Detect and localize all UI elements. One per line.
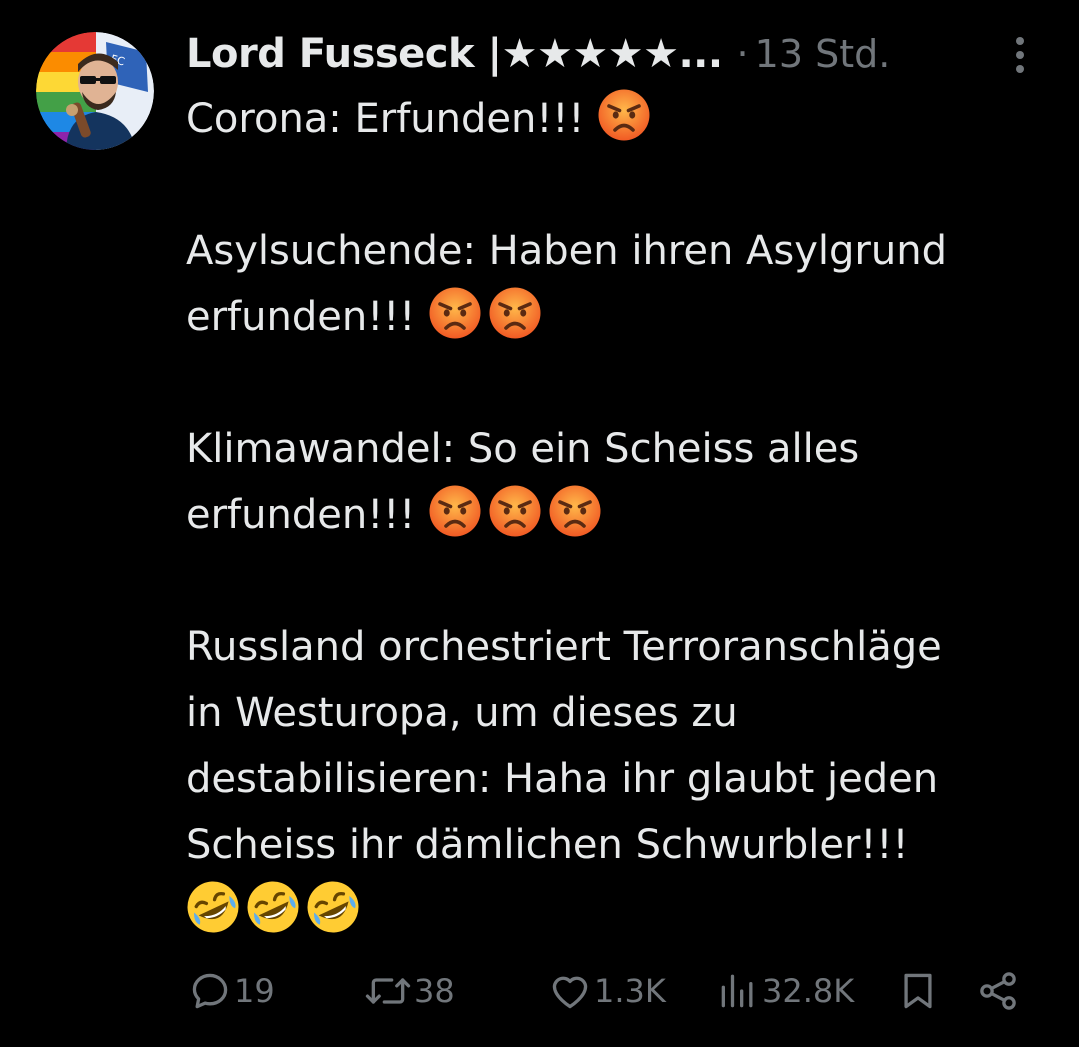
views-button[interactable]: 32.8K xyxy=(716,966,854,1016)
angry-face-emoji-icon xyxy=(488,484,542,538)
tweet-text: Corona: Erfunden!!! Asylsuchende: Haben … xyxy=(186,86,1066,944)
tweet-line xyxy=(186,878,1066,944)
tweet-paragraph: Russland orchestriert Terroranschläge in … xyxy=(186,614,1066,944)
tweet-header: Lord Fusseck |★★★★★... · 13 Std. xyxy=(186,26,890,82)
rolling-laughing-emoji-icon xyxy=(306,880,360,934)
tweet-line-text: erfunden!!! xyxy=(186,492,429,538)
tweet-line: Klimawandel: So ein Scheiss alles xyxy=(186,416,1066,482)
tweet-line: Scheiss ihr dämlichen Schwurbler!!! xyxy=(186,812,1066,878)
tweet-paragraph: Asylsuchende: Haben ihren Asylgrund erfun… xyxy=(186,218,1066,350)
repost-button[interactable]: 38 xyxy=(364,966,455,1016)
repost-count: 38 xyxy=(414,972,455,1010)
reply-count: 19 xyxy=(234,972,275,1010)
angry-face-emoji-icon xyxy=(597,88,651,142)
angry-face-emoji-icon xyxy=(488,286,542,340)
tweet: FC Lord Fusseck |★★★★★... · 13 Std. Coro… xyxy=(0,0,1079,1047)
share-icon xyxy=(980,972,1016,1010)
like-count: 1.3K xyxy=(594,972,666,1010)
timestamp[interactable]: 13 Std. xyxy=(755,32,891,76)
tweet-line: Russland orchestriert Terroranschläge xyxy=(186,614,1066,680)
tweet-line-text: Klimawandel: So ein Scheiss alles xyxy=(186,426,860,472)
rolling-laughing-emoji-icon xyxy=(186,880,240,934)
avatar[interactable]: FC xyxy=(36,32,154,150)
share-button[interactable] xyxy=(976,966,1022,1016)
angry-face-emoji-icon xyxy=(428,484,482,538)
heart-icon xyxy=(552,976,588,1009)
author-display-name[interactable]: Lord Fusseck |★★★★★... xyxy=(186,31,723,77)
action-bar: 19 38 1.3K 32.8K xyxy=(186,966,1046,1016)
tweet-line: destabilisieren: Haha ihr glaubt jeden xyxy=(186,746,1066,812)
repost-arrows-icon xyxy=(365,978,411,1004)
tweet-line: erfunden!!! xyxy=(186,284,1066,350)
tweet-line-text: Russland orchestriert Terroranschläge xyxy=(186,624,942,670)
bar-chart-icon xyxy=(721,974,753,1008)
tweet-line-text: Scheiss ihr dämlichen Schwurbler!!! xyxy=(186,822,909,868)
view-count: 32.8K xyxy=(762,972,855,1010)
tweet-line-text: destabilisieren: Haha ihr glaubt jeden xyxy=(186,756,939,802)
header-separator: · xyxy=(736,32,749,76)
tweet-line: erfunden!!! xyxy=(186,482,1066,548)
angry-face-emoji-icon xyxy=(548,484,602,538)
tweet-paragraph: Klimawandel: So ein Scheiss alles erfunde… xyxy=(186,416,1066,548)
angry-face-emoji-icon xyxy=(428,286,482,340)
tweet-line-text: Asylsuchende: Haben ihren Asylgrund xyxy=(186,228,947,274)
bookmark-icon xyxy=(904,973,932,1009)
tweet-line: Corona: Erfunden!!! xyxy=(186,86,1066,152)
reply-button[interactable]: 19 xyxy=(188,966,275,1016)
tweet-line-text: erfunden!!! xyxy=(186,294,429,340)
tweet-line-text: Corona: Erfunden!!! xyxy=(186,96,598,142)
like-button[interactable]: 1.3K xyxy=(548,966,666,1016)
tweet-paragraph: Corona: Erfunden!!! xyxy=(186,86,1066,152)
speech-bubble-icon xyxy=(192,973,228,1009)
tweet-line: Asylsuchende: Haben ihren Asylgrund xyxy=(186,218,1066,284)
bookmark-button[interactable] xyxy=(896,966,942,1016)
tweet-line-text: in Westuropa, um dieses zu xyxy=(186,690,738,736)
avatar-image: FC xyxy=(36,32,154,150)
tweet-line: in Westuropa, um dieses zu xyxy=(186,680,1066,746)
more-vertical-icon[interactable] xyxy=(1000,30,1040,80)
rolling-laughing-emoji-icon xyxy=(246,880,300,934)
